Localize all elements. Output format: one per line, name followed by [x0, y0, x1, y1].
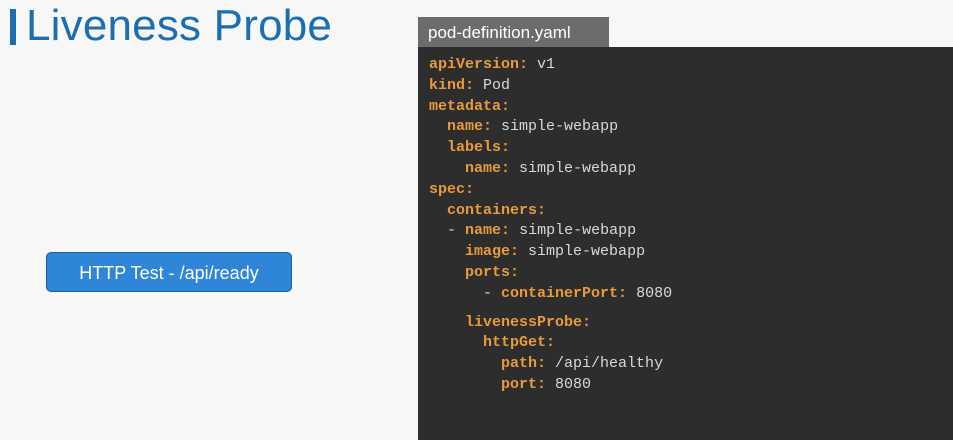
code-line: name: simple-webapp [429, 117, 672, 138]
yaml-value: simple-webapp [519, 222, 637, 240]
code-line: metadata: [429, 97, 672, 118]
code-panel: apiVersion: v1 kind: Pod metadata: name: s… [418, 47, 953, 440]
list-dash: - [483, 284, 502, 302]
yaml-key: containerPort: [501, 284, 628, 302]
yaml-value: v1 [537, 56, 556, 73]
title-accent-bar [10, 9, 16, 45]
slide: Liveness Probe HTTP Test - /api/ready po… [0, 0, 953, 440]
yaml-key: labels: [447, 139, 511, 157]
yaml-key: livenessProbe: [465, 313, 592, 331]
code-line: kind: Pod [429, 76, 672, 97]
file-tab[interactable]: pod-definition.yaml [418, 17, 609, 48]
yaml-value: 8080 [636, 284, 673, 302]
yaml-value: simple-webapp [519, 159, 637, 177]
code-line: image: simple-webapp [429, 242, 672, 263]
yaml-key: image: [465, 243, 520, 261]
yaml-key: spec: [429, 180, 475, 198]
code-line: path: /api/healthy [429, 354, 672, 375]
yaml-value: Pod [483, 76, 511, 94]
code-line: containers: [429, 201, 672, 222]
code-line: livenessProbe: [429, 313, 672, 334]
yaml-key: name: [465, 222, 511, 240]
code-line: labels: [429, 138, 672, 159]
code-line: port: 8080 [429, 375, 672, 396]
code-line: spec: [429, 180, 672, 201]
yaml-key: port: [501, 375, 547, 393]
yaml-key: kind: [429, 76, 475, 94]
yaml-code: apiVersion: v1 kind: Pod metadata: name: s… [429, 55, 672, 396]
yaml-key: httpGet: [483, 334, 556, 352]
http-test-button[interactable]: HTTP Test - /api/ready [46, 252, 292, 292]
code-line: - containerPort: 8080 [429, 284, 672, 305]
code-line: - name: simple-webapp [429, 221, 672, 242]
yaml-key: metadata: [429, 97, 511, 115]
yaml-key: name: [447, 118, 493, 136]
list-dash: - [447, 222, 466, 240]
code-line: ports: [429, 263, 672, 284]
page-title: Liveness Probe [26, 1, 333, 50]
yaml-key: name: [465, 159, 511, 177]
code-line: name: simple-webapp [429, 159, 672, 180]
code-line: httpGet: [429, 333, 672, 354]
yaml-value: 8080 [555, 375, 592, 393]
yaml-key: containers: [447, 201, 547, 219]
yaml-value: simple-webapp [501, 118, 619, 136]
yaml-key: ports: [465, 263, 520, 281]
yaml-value: simple-webapp [528, 243, 646, 261]
code-line: apiVersion: v1 [429, 55, 672, 76]
yaml-key: apiVersion: [429, 56, 529, 73]
yaml-key: path: [501, 355, 547, 373]
yaml-value: /api/healthy [555, 355, 664, 373]
